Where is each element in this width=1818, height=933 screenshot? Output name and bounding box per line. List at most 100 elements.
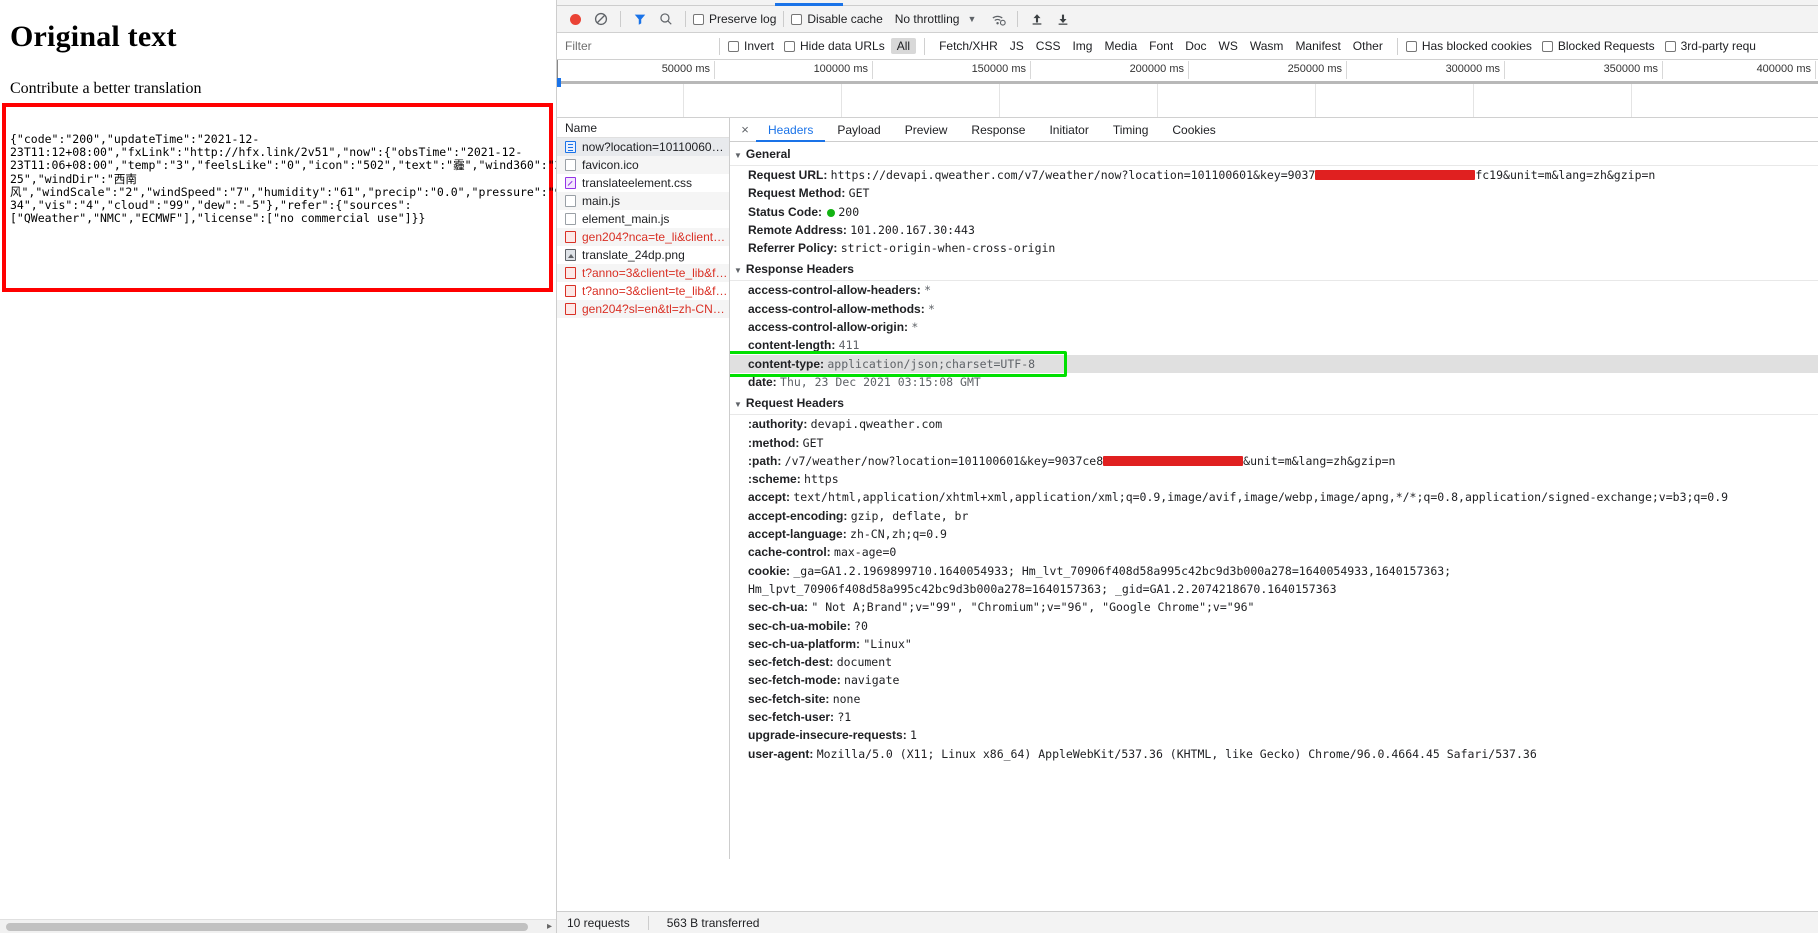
header-row: upgrade-insecure-requests: 1 — [730, 726, 1818, 744]
header-row: sec-ch-ua-mobile: ?0 — [730, 617, 1818, 635]
request-headers-section[interactable]: ▼ Request Headers — [730, 391, 1818, 416]
screenshot-root: Original text Contribute a better transl… — [0, 0, 1818, 933]
invert-box[interactable] — [728, 40, 739, 52]
disable-cache-box[interactable] — [791, 13, 803, 25]
filter-type-all[interactable]: All — [890, 38, 917, 54]
tab-payload[interactable]: Payload — [825, 118, 892, 142]
filter-type-css[interactable]: CSS — [1030, 38, 1067, 54]
third-party-checkbox[interactable]: 3rd-party requ — [1664, 39, 1756, 53]
request-list-header-name[interactable]: Name — [557, 118, 729, 138]
doc-file-icon — [565, 141, 576, 153]
request-row[interactable]: now?location=101100601&k... — [557, 138, 729, 156]
import-har-icon[interactable] — [1025, 8, 1049, 30]
filter-type-manifest[interactable]: Manifest — [1289, 38, 1346, 54]
header-row: sec-ch-ua: " Not A;Brand";v="99", "Chrom… — [730, 598, 1818, 616]
preserve-log-checkbox[interactable]: Preserve log — [693, 12, 776, 26]
header-row: cache-control: max-age=0 — [730, 543, 1818, 561]
network-tab-indicator — [775, 3, 843, 6]
err-file-icon — [565, 231, 576, 243]
request-row[interactable]: gen204?sl=en&tl=zh-CN&tex... — [557, 300, 729, 318]
filter-type-wasm[interactable]: Wasm — [1244, 38, 1290, 54]
section-label: General — [745, 147, 791, 161]
filter-type-js[interactable]: JS — [1004, 38, 1030, 54]
header-value: _ga=GA1.2.1969899710.1640054933; Hm_lvt_… — [748, 563, 1452, 596]
network-timeline-overview[interactable]: 50000 ms 100000 ms 150000 ms 200000 ms 2… — [557, 60, 1818, 118]
header-row: accept-language: zh-CN,zh;q=0.9 — [730, 525, 1818, 543]
filter-type-media[interactable]: Media — [1098, 38, 1143, 54]
header-row: content-length: 411 — [730, 336, 1818, 354]
blocked-requests-checkbox[interactable]: Blocked Requests — [1541, 39, 1655, 53]
chevron-down-icon[interactable]: ▼ — [734, 400, 742, 409]
preserve-log-box[interactable] — [693, 13, 704, 25]
tab-preview[interactable]: Preview — [893, 118, 960, 142]
request-detail-pane: × Headers Payload Preview Response Initi… — [730, 118, 1818, 859]
header-value: zh-CN,zh;q=0.9 — [850, 527, 947, 542]
has-blocked-cookies-box[interactable] — [1405, 40, 1417, 52]
toolbar-divider-3 — [783, 11, 785, 27]
other-file-icon — [565, 195, 576, 207]
request-row[interactable]: t?anno=3&client=te_lib&for... — [557, 264, 729, 282]
filter-type-ws[interactable]: WS — [1213, 38, 1244, 54]
header-row: :method: GET — [730, 434, 1818, 452]
close-icon[interactable]: × — [734, 122, 756, 137]
chevron-down-icon[interactable]: ▼ — [967, 14, 976, 24]
disable-cache-checkbox[interactable]: Disable cache — [791, 12, 883, 26]
filter-type-other[interactable]: Other — [1347, 38, 1389, 54]
request-row[interactable]: t?anno=3&client=te_lib&for... — [557, 282, 729, 300]
tab-response[interactable]: Response — [959, 118, 1037, 142]
timeline-tick-4: 250000 ms — [1189, 61, 1347, 79]
err-file-icon — [565, 285, 576, 297]
scrollbar-thumb[interactable] — [6, 923, 528, 931]
throttling-select[interactable]: No throttling ▼ — [895, 12, 977, 26]
filter-type-font[interactable]: Font — [1143, 38, 1179, 54]
filter-funnel-icon[interactable] — [628, 8, 652, 30]
tab-timing[interactable]: Timing — [1101, 118, 1161, 142]
devtools-tabstrip — [557, 0, 1818, 6]
request-row[interactable]: gen204?nca=te_li&client=te... — [557, 228, 729, 246]
request-row[interactable]: translateelement.css — [557, 174, 729, 192]
third-party-box[interactable] — [1664, 40, 1676, 52]
header-key: sec-fetch-dest: — [748, 655, 837, 670]
request-row[interactable]: translate_24dp.png — [557, 246, 729, 264]
filter-type-fetch-xhr[interactable]: Fetch/XHR — [933, 38, 1004, 54]
blocked-requests-box[interactable] — [1541, 40, 1553, 52]
hide-data-urls-checkbox[interactable]: Hide data URLs — [784, 39, 885, 53]
detail-tabbar: × Headers Payload Preview Response Initi… — [730, 118, 1818, 142]
network-conditions-icon[interactable] — [986, 8, 1010, 30]
horizontal-scrollbar[interactable]: ▸ — [0, 919, 556, 933]
tab-headers[interactable]: Headers — [756, 118, 826, 142]
header-key: date: — [748, 374, 781, 389]
scroll-right-arrow[interactable]: ▸ — [547, 921, 552, 933]
tab-initiator[interactable]: Initiator — [1037, 118, 1100, 142]
timeline-position-marker[interactable] — [557, 78, 561, 87]
request-row[interactable]: element_main.js — [557, 210, 729, 228]
header-key: access-control-allow-headers: — [748, 283, 925, 298]
header-row: date: Thu, 23 Dec 2021 03:15:08 GMT — [730, 373, 1818, 391]
has-blocked-cookies-checkbox[interactable]: Has blocked cookies — [1405, 39, 1532, 53]
hide-data-urls-box[interactable] — [784, 40, 796, 52]
filter-type-doc[interactable]: Doc — [1179, 38, 1212, 54]
request-row[interactable]: favicon.ico — [557, 156, 729, 174]
invert-checkbox[interactable]: Invert — [728, 39, 774, 53]
blocked-requests-label: Blocked Requests — [1557, 39, 1655, 53]
request-list[interactable]: Name now?location=101100601&k... favicon.… — [557, 118, 730, 859]
chevron-down-icon[interactable]: ▼ — [734, 151, 742, 160]
response-headers-section[interactable]: ▼ Response Headers — [730, 257, 1818, 282]
timeline-scrollbar[interactable] — [557, 81, 1818, 84]
filter-type-img[interactable]: Img — [1066, 38, 1098, 54]
general-section[interactable]: ▼ General — [730, 142, 1818, 166]
chevron-down-icon[interactable]: ▼ — [734, 266, 742, 275]
request-count: 10 requests — [567, 915, 630, 930]
filter-input[interactable] — [563, 36, 711, 56]
contribute-translation-link[interactable]: Contribute a better translation — [10, 80, 556, 98]
timeline-tick-1: 100000 ms — [715, 61, 873, 79]
css-file-icon — [565, 177, 576, 189]
record-icon[interactable] — [563, 8, 587, 30]
request-row[interactable]: main.js — [557, 192, 729, 210]
search-icon[interactable] — [654, 8, 678, 30]
header-value: gzip, deflate, br — [850, 508, 969, 523]
clear-icon[interactable] — [589, 8, 613, 30]
export-har-icon[interactable] — [1051, 8, 1075, 30]
header-value: " Not A;Brand";v="99", "Chromium";v="96"… — [811, 600, 1255, 615]
tab-cookies[interactable]: Cookies — [1160, 118, 1227, 142]
